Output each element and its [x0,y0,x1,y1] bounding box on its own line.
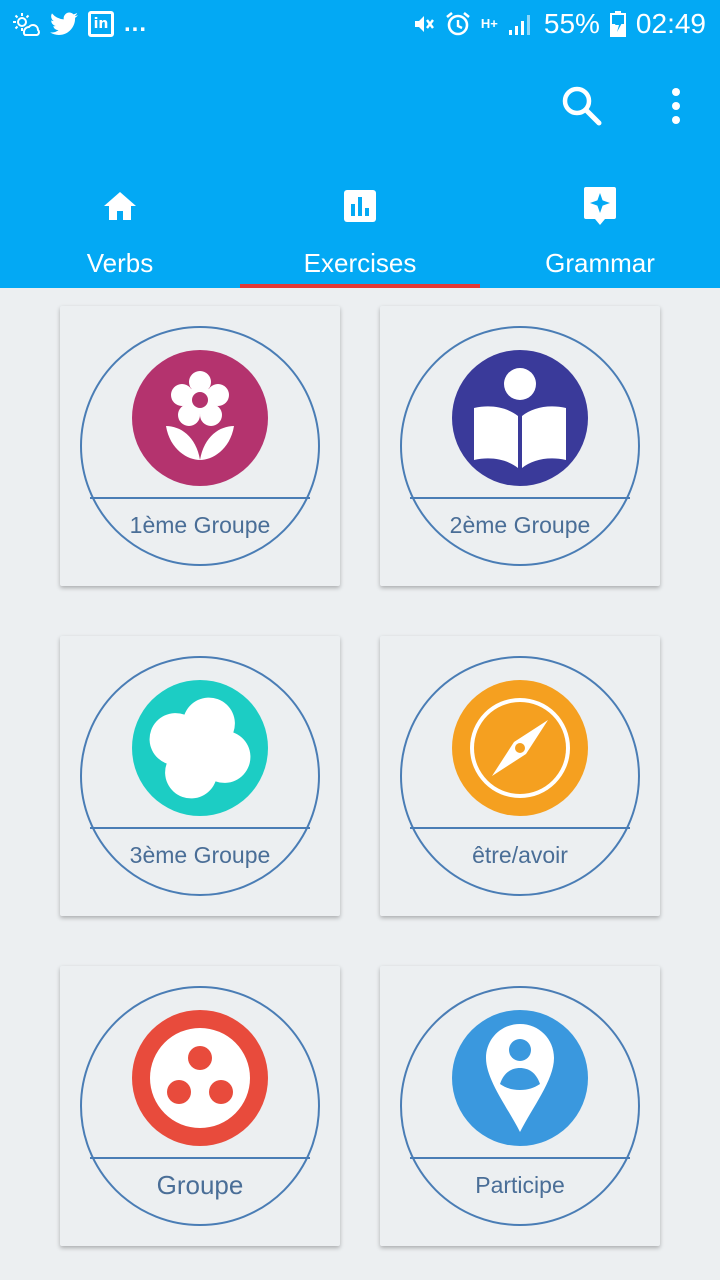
status-bar: in ... H+ 55% 02:49 [0,0,720,48]
card-divider [90,1157,310,1159]
card-label: être/avoir [472,842,568,868]
battery-percent: 55% [543,8,600,39]
tab-exercises[interactable]: Exercises [240,176,480,288]
linkedin-icon: in [88,11,114,37]
exercise-card-etre-avoir[interactable]: être/avoir [380,636,660,916]
bar-chart-icon [340,186,380,226]
battery-charging-icon [609,11,626,37]
compass-icon [452,680,588,816]
tab-verbs-label: Verbs [86,248,154,278]
card-divider [410,497,630,499]
exercise-card-participe[interactable]: Participe [380,966,660,1246]
status-left: in ... [12,8,147,40]
search-icon [562,86,602,126]
three-dots-icon [132,1010,268,1146]
exercise-card-3eme-groupe[interactable]: 3ème Groupe [60,636,340,916]
pinwheel-icon [132,680,268,816]
tab-grammar[interactable]: Grammar [480,176,720,288]
card-label: 1ème Groupe [129,512,271,538]
exercise-grid: 1ème Groupe 2ème Groupe 3ème Groupe être… [0,288,720,1280]
mute-icon [414,16,434,32]
tab-grammar-label: Grammar [545,248,655,278]
network-type-indicator: H+ [480,16,498,31]
reader-book-icon [452,350,588,486]
exercise-card-groupe[interactable]: Groupe [60,966,340,1246]
status-right: H+ 55% 02:49 [411,8,706,40]
overflow-menu-button[interactable] [648,78,704,134]
card-divider [90,497,310,499]
weather-icon [13,13,40,36]
flower-icon [132,350,268,486]
tab-verbs[interactable]: Verbs [0,176,240,288]
search-button[interactable] [554,78,610,134]
card-divider [90,827,310,829]
more-vert-icon [672,88,680,124]
card-label: Participe [475,1172,565,1198]
exercise-card-1eme-groupe[interactable]: 1ème Groupe [60,306,340,586]
alarm-icon [446,11,470,36]
card-divider [410,1157,630,1159]
signal-icon [508,15,530,35]
app-bar: Verbs Exercises Grammar [0,48,720,288]
card-label: 3ème Groupe [129,842,271,868]
card-label: Groupe [156,1170,244,1200]
home-icon [100,186,140,226]
more-notifications-indicator: ... [124,10,148,37]
sparkle-badge-icon [580,186,620,226]
twitter-icon [50,12,78,35]
exercise-card-2eme-groupe[interactable]: 2ème Groupe [380,306,660,586]
card-label: 2ème Groupe [449,512,591,538]
location-person-icon [452,1010,588,1146]
tab-bar: Verbs Exercises Grammar [0,176,720,288]
clock: 02:49 [635,8,706,39]
card-divider [410,827,630,829]
tab-exercises-label: Exercises [303,248,417,278]
